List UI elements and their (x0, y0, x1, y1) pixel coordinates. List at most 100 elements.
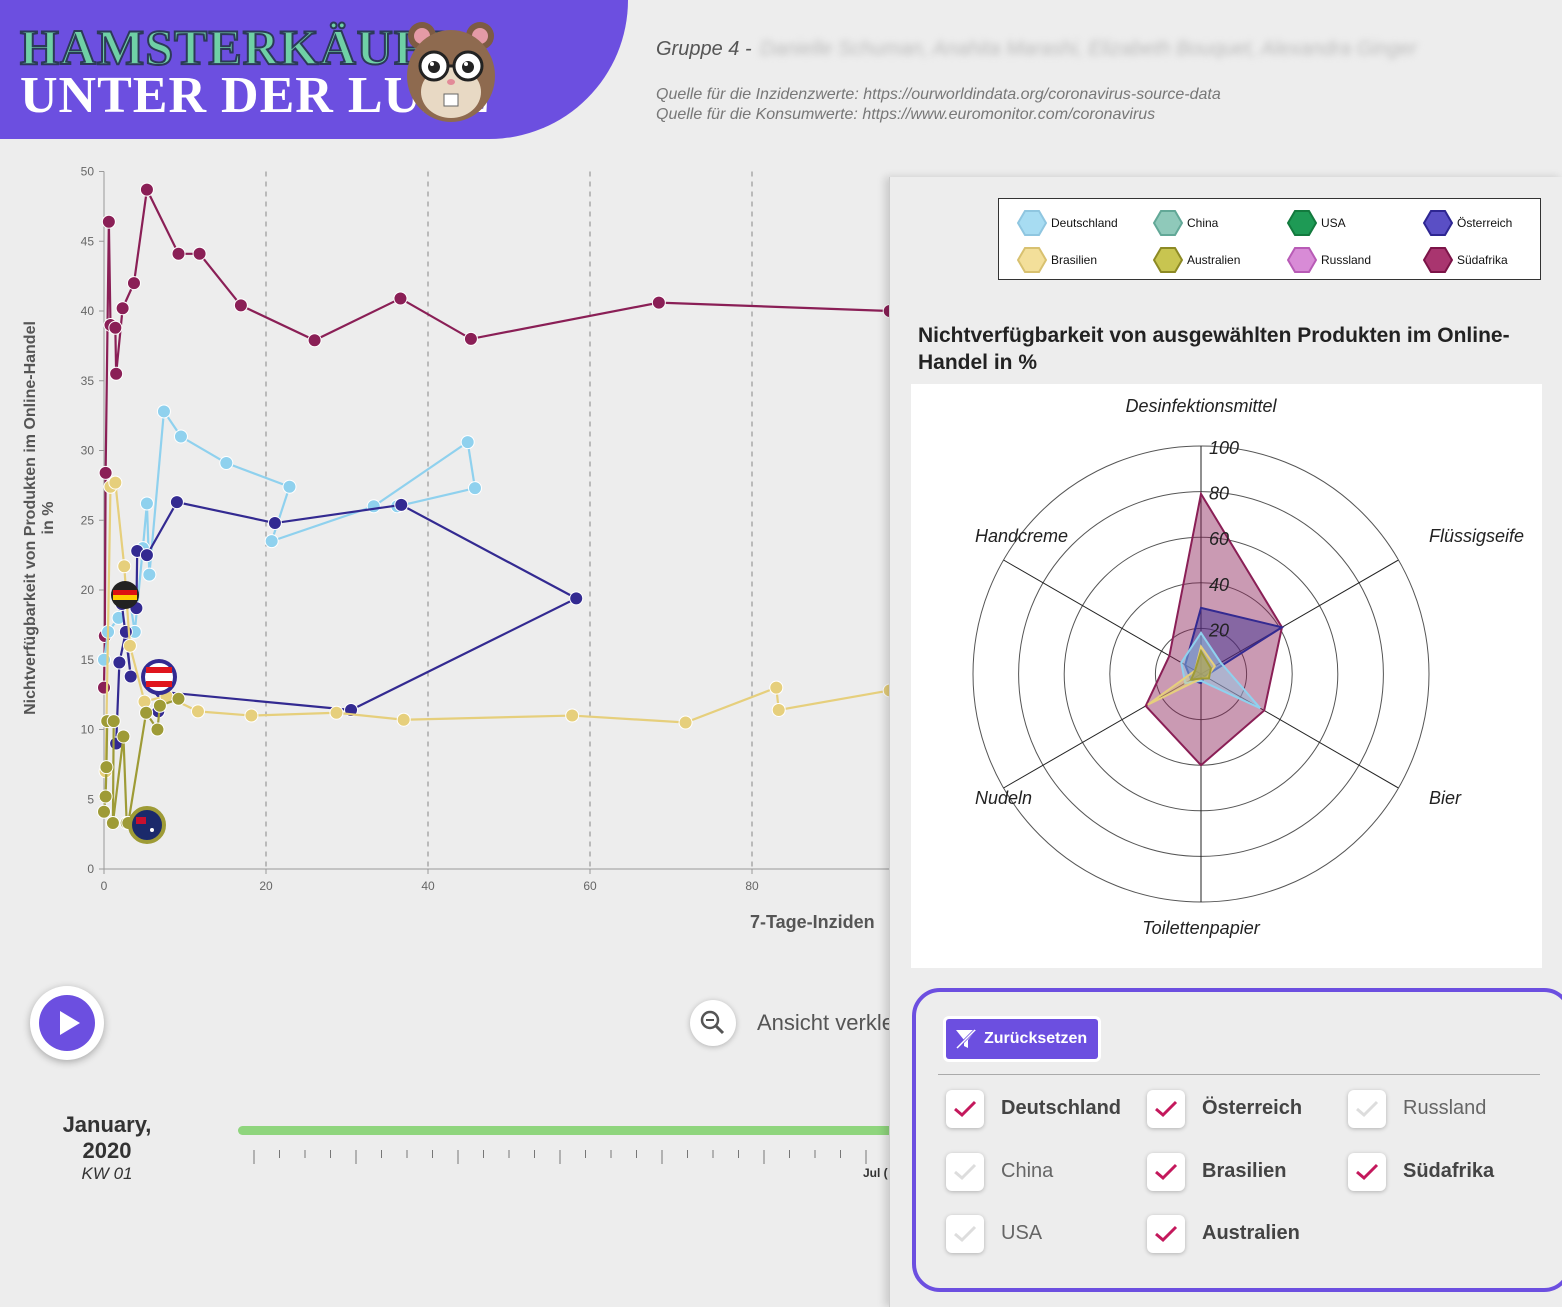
data-point-österreich[interactable] (123, 669, 138, 684)
radar-chart-title: Nichtverfügbarkeit von ausgewählten Prod… (918, 324, 1510, 374)
data-point-österreich[interactable] (139, 548, 154, 563)
data-point-deutschland[interactable] (142, 567, 157, 582)
data-point-südafrika[interactable] (139, 182, 154, 197)
data-point-südafrika[interactable] (109, 366, 124, 381)
zoom-out-label[interactable]: Ansicht verkle (757, 1010, 894, 1036)
data-point-südafrika[interactable] (463, 331, 478, 346)
filter-label-usa[interactable]: USA (1001, 1222, 1042, 1245)
radar-axis-label: Bier (1429, 788, 1462, 808)
y-tick-label: 40 (81, 304, 95, 318)
series-line-brasilien (104, 480, 890, 772)
data-point-südafrika[interactable] (651, 295, 666, 310)
data-point-australien[interactable] (97, 804, 111, 819)
legend-label: Russland (1321, 253, 1372, 267)
data-point-brasilien[interactable] (122, 638, 137, 653)
data-point-brasilien[interactable] (244, 708, 259, 723)
data-point-österreich[interactable] (394, 497, 409, 512)
y-tick-label: 20 (81, 583, 95, 597)
checkbox-china[interactable] (946, 1153, 984, 1191)
data-point-südafrika[interactable] (192, 246, 207, 261)
checkmark-icon (954, 1100, 977, 1118)
checkmark-shape (954, 1225, 977, 1243)
data-point-australien[interactable] (150, 722, 165, 737)
checkbox-deutschland[interactable] (946, 1090, 984, 1128)
data-point-deutschland[interactable] (264, 534, 279, 549)
hexagon-shape (1423, 247, 1453, 273)
data-point-deutschland[interactable] (366, 499, 381, 514)
data-point-deutschland[interactable] (156, 404, 171, 419)
data-point-australien[interactable] (99, 760, 114, 775)
data-point-südafrika[interactable] (97, 680, 111, 695)
data-point-deutschland[interactable] (219, 456, 234, 471)
data-point-südafrika[interactable] (98, 465, 113, 480)
radar-chart: 20 40 60 80 100 Desinfektionsmittel Flüssigsei… (972, 396, 1524, 938)
data-point-brasilien[interactable] (396, 712, 411, 727)
checkmark-shape (954, 1163, 977, 1181)
data-point-österreich[interactable] (112, 655, 127, 670)
data-point-brasilien[interactable] (771, 702, 786, 717)
group-members: Danielle Schuman, Anahita Marashi, Eliza… (760, 38, 1417, 60)
data-point-südafrika[interactable] (307, 333, 322, 348)
data-point-brasilien[interactable] (678, 715, 693, 730)
data-point-australien[interactable] (106, 714, 121, 729)
data-point-australien[interactable] (98, 789, 113, 804)
hexagon-icon (1287, 247, 1317, 273)
timeline-slider[interactable] (238, 1126, 898, 1135)
month-label: January, (62, 1112, 152, 1137)
zoom-out-button[interactable] (690, 1000, 736, 1046)
checkbox-usa[interactable] (946, 1215, 984, 1253)
checkmark-shape (954, 1100, 977, 1118)
filter-label-deutschland[interactable]: Deutschland (1001, 1097, 1121, 1120)
filter-label-australien[interactable]: Australien (1202, 1222, 1300, 1245)
checkbox-australien[interactable] (1147, 1215, 1185, 1253)
data-point-australien[interactable] (116, 729, 131, 744)
filter-label-österreich[interactable]: Österreich (1202, 1097, 1302, 1120)
radar-tick-label: 60 (1209, 529, 1229, 549)
data-point-österreich[interactable] (569, 591, 584, 606)
checkbox-russland[interactable] (1348, 1090, 1386, 1128)
data-point-australien[interactable] (152, 698, 167, 713)
hexagon-icon (1153, 210, 1183, 236)
data-point-österreich[interactable] (169, 495, 184, 510)
data-point-südafrika[interactable] (233, 298, 248, 313)
checkbox-österreich[interactable] (1147, 1090, 1185, 1128)
play-button[interactable] (30, 986, 104, 1060)
data-point-australien[interactable] (171, 691, 186, 706)
y-tick-label: 15 (81, 653, 95, 667)
checkbox-brasilien[interactable] (1147, 1153, 1185, 1191)
data-point-südafrika[interactable] (171, 246, 186, 261)
data-point-brasilien[interactable] (769, 680, 784, 695)
filter-label-südafrika[interactable]: Südafrika (1403, 1160, 1494, 1183)
data-point-deutschland[interactable] (139, 496, 154, 511)
data-point-südafrika[interactable] (126, 276, 141, 291)
data-point-südafrika[interactable] (115, 301, 130, 316)
magnifier-icon (700, 1010, 725, 1035)
hexagon-icon (1423, 247, 1453, 273)
data-point-österreich[interactable] (267, 516, 282, 531)
data-point-deutschland[interactable] (282, 479, 297, 494)
data-point-brasilien[interactable] (108, 475, 123, 490)
australia-flag-icon[interactable] (128, 806, 166, 844)
data-point-brasilien[interactable] (565, 708, 580, 723)
legend-label: Südafrika (1457, 253, 1508, 267)
data-point-südafrika[interactable] (393, 291, 408, 306)
data-point-deutschland[interactable] (467, 481, 482, 496)
filter-label-russland[interactable]: Russland (1403, 1097, 1486, 1120)
checkbox-südafrika[interactable] (1348, 1153, 1386, 1191)
data-point-brasilien[interactable] (329, 705, 344, 720)
filter-label-brasilien[interactable]: Brasilien (1202, 1160, 1286, 1183)
checkmark-icon (1356, 1163, 1379, 1181)
austria-flag-icon[interactable] (141, 659, 177, 695)
data-point-deutschland[interactable] (173, 429, 188, 444)
data-point-deutschland[interactable] (460, 435, 475, 450)
data-point-österreich[interactable] (118, 624, 133, 639)
legend-label: Australien (1187, 253, 1241, 267)
data-point-brasilien[interactable] (117, 559, 132, 574)
data-point-australien[interactable] (139, 705, 154, 720)
filter-label-china[interactable]: China (1001, 1160, 1053, 1183)
data-point-australien[interactable] (105, 815, 120, 830)
data-point-südafrika[interactable] (108, 320, 123, 335)
reset-button[interactable]: Zurücksetzen (946, 1019, 1098, 1059)
data-point-südafrika[interactable] (101, 214, 116, 229)
data-point-brasilien[interactable] (190, 704, 205, 719)
